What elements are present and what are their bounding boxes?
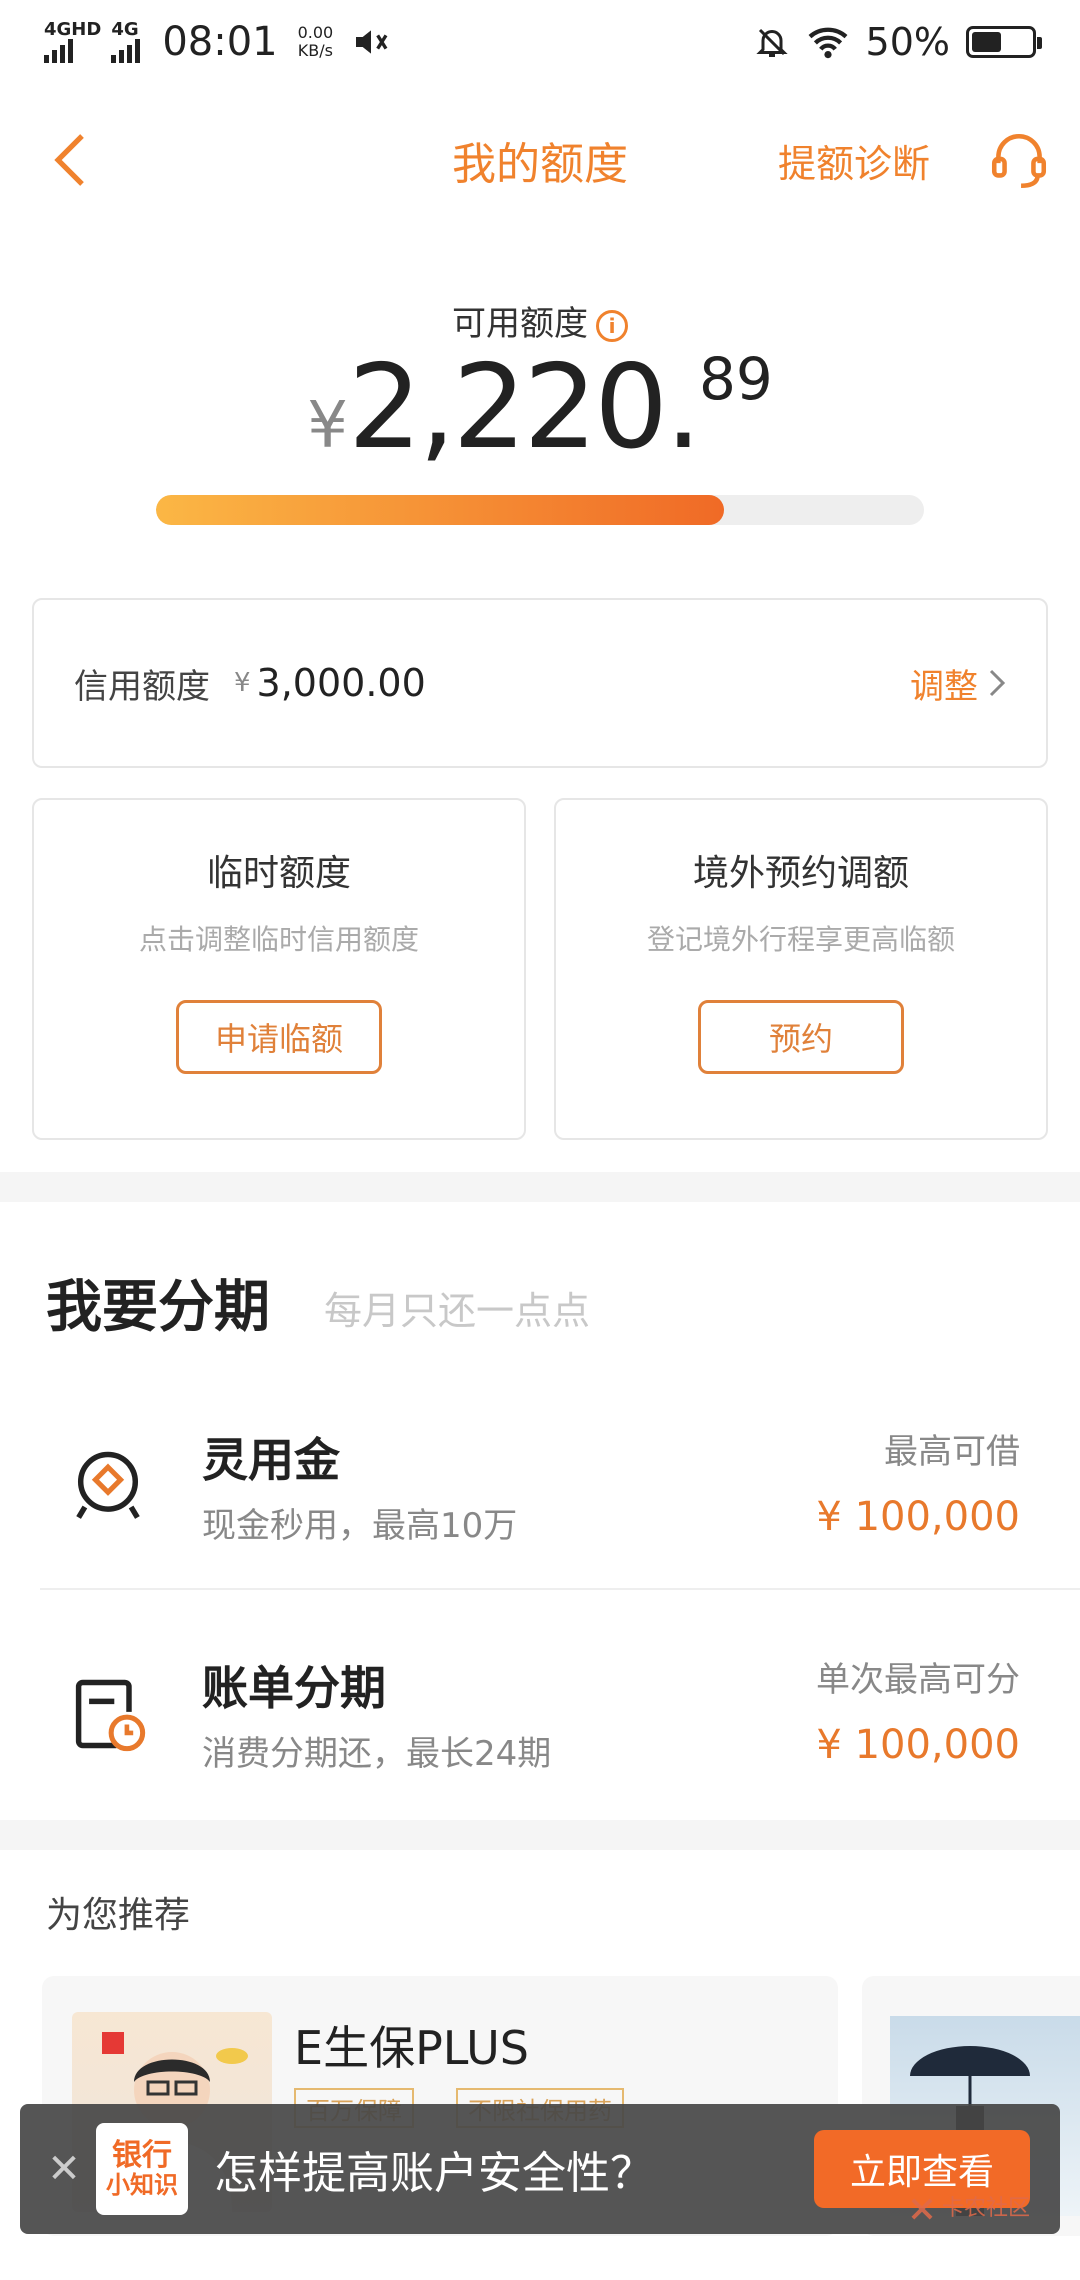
reserve-button[interactable]: 预约: [698, 1000, 904, 1074]
overseas-limit-card: 境外预约调额 登记境外行程享更高临额 预约: [554, 798, 1048, 1140]
status-right: 50%: [754, 20, 1042, 64]
network-speed: 0.00 KB/s: [297, 23, 334, 60]
network-indicator-1: 4GHD: [44, 21, 101, 63]
mute-icon: [356, 30, 388, 54]
installment-title: 我要分期: [46, 1275, 270, 1340]
available-limit-label: 可用额度 i: [0, 296, 1080, 345]
limit-progress-bar: [156, 495, 924, 525]
overseas-limit-title: 境外预约调额: [692, 853, 909, 894]
network-indicator-2: 4G: [111, 21, 141, 63]
installment-item-desc: 消费分期还，最长24期: [202, 1734, 552, 1774]
installment-item-cash[interactable]: 灵用金 现金秒用，最高10万 最高可借 ¥ 100,000: [40, 1380, 1040, 1590]
signal-bars-icon: [111, 39, 141, 63]
limit-diagnosis-link[interactable]: 提额诊断: [778, 133, 930, 188]
status-bar: 4GHD 4G 08:01 0.00 KB/s 50%: [0, 0, 1080, 84]
status-left: 4GHD 4G 08:01 0.00 KB/s: [44, 19, 391, 65]
battery-icon: [966, 26, 1042, 58]
section-divider: [0, 1820, 1080, 1850]
installment-item-bill[interactable]: 账单分期 消费分期还，最长24期 单次最高可分 ¥ 100,000: [40, 1608, 1040, 1818]
bill-clock-icon: [75, 1679, 146, 1752]
temporary-limit-card: 临时额度 点击调整临时信用额度 申请临额: [32, 798, 526, 1140]
close-icon[interactable]: ✕: [34, 2146, 94, 2192]
installment-item-name: 灵用金: [202, 1433, 340, 1487]
installment-item-right-label: 最高可借: [884, 1432, 1020, 1472]
battery-percent: 50%: [865, 20, 950, 64]
section-divider: [0, 1172, 1080, 1202]
installment-item-right-label: 单次最高可分: [816, 1660, 1020, 1700]
credit-limit-card: 信用额度 ¥ 3,000.00 调整: [32, 598, 1048, 768]
tip-message: 怎样提高账户安全性？: [214, 2148, 654, 2199]
installment-item-desc: 现金秒用，最高10万: [202, 1506, 518, 1546]
signal-bars-icon: [44, 39, 101, 63]
credit-currency: ¥: [234, 668, 251, 698]
recommend-title: 为您推荐: [46, 1895, 191, 1936]
wifi-icon: [808, 27, 847, 59]
row-divider: [40, 1588, 1080, 1590]
credit-limit-value: 3,000.00: [256, 661, 426, 705]
temporary-limit-desc: 点击调整临时信用额度: [138, 923, 419, 956]
temporary-limit-title: 临时额度: [206, 853, 351, 894]
tip-banner: ✕ 银行 小知识 怎样提高账户安全性？ 立即查看: [20, 2104, 1060, 2234]
installment-subtitle: 每月只还一点点: [324, 1289, 591, 1333]
bell-off-icon: [755, 28, 788, 57]
info-icon[interactable]: i: [596, 309, 628, 342]
installment-item-right-value: ¥ 100,000: [816, 1494, 1020, 1540]
bank-tips-badge: 银行 小知识: [96, 2123, 188, 2215]
available-limit-amount: ¥2,220.89: [307, 340, 773, 475]
watermark: 卡农社区: [909, 2190, 1030, 2222]
installment-item-name: 账单分期: [202, 1661, 386, 1715]
adjust-button[interactable]: 调整: [910, 659, 1006, 708]
customer-service-button[interactable]: [986, 128, 1052, 194]
limit-progress-fill: [156, 495, 725, 525]
apply-temporary-limit-button[interactable]: 申请临额: [176, 1000, 382, 1074]
watermark-logo-icon: [911, 2198, 933, 2220]
product-name: E生保PLUS: [294, 2021, 530, 2075]
chevron-right-icon: [989, 669, 1006, 697]
status-time: 08:01: [162, 19, 278, 65]
credit-limit-label: 信用额度: [74, 666, 210, 707]
headset-icon: [991, 133, 1047, 189]
top-nav: 我的额度 提额诊断: [0, 100, 1080, 220]
overseas-limit-desc: 登记境外行程享更高临额: [646, 923, 955, 956]
cash-icon: [76, 1451, 140, 1519]
installment-item-right-value: ¥ 100,000: [816, 1722, 1020, 1768]
